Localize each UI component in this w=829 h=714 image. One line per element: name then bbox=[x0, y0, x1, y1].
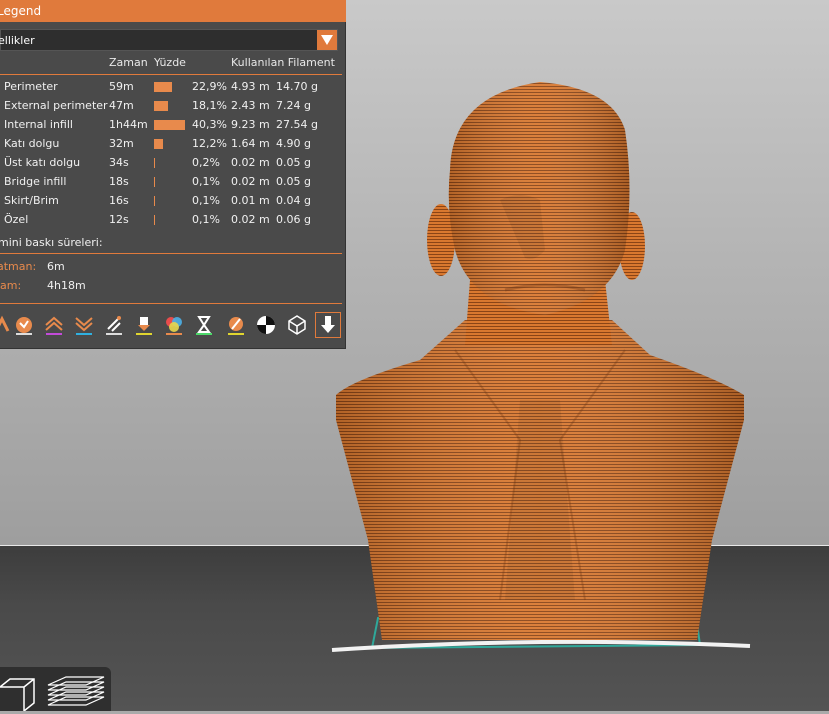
total-value: 4h18m bbox=[47, 279, 86, 292]
feature-percent: 18,1% bbox=[192, 99, 227, 112]
filament-length: 0.02 m bbox=[231, 213, 270, 226]
divider bbox=[0, 303, 342, 304]
percent-bar bbox=[154, 139, 163, 149]
feature-time: 12s bbox=[109, 213, 129, 226]
feature-name: External perimeter bbox=[4, 99, 108, 112]
percent-bar bbox=[154, 215, 155, 225]
first-layer-label: atman: bbox=[0, 260, 37, 273]
legend-row[interactable]: Katı dolgu 32m 12,2% 1.64 m 4.90 g bbox=[0, 137, 346, 156]
first-layer-row: atman: 6m bbox=[0, 260, 346, 278]
layers-icon bbox=[47, 676, 105, 706]
color-changes-icon[interactable] bbox=[162, 313, 186, 337]
feature-name: Bridge infill bbox=[4, 175, 67, 188]
tool-changes-icon[interactable] bbox=[132, 313, 156, 337]
legend-toolbar bbox=[0, 312, 346, 339]
filament-weight: 0.05 g bbox=[276, 156, 311, 169]
legend-row[interactable]: External perimeter 47m 18,1% 2.43 m 7.24 g bbox=[0, 99, 346, 118]
filament-weight: 0.05 g bbox=[276, 175, 311, 188]
filament-weight: 27.54 g bbox=[276, 118, 318, 131]
feature-percent: 22,9% bbox=[192, 80, 227, 93]
feature-time: 32m bbox=[109, 137, 134, 150]
legend-panel: Legend ellikler Zaman Yüzde Kullanılan F… bbox=[0, 0, 346, 349]
feature-percent: 12,2% bbox=[192, 137, 227, 150]
feature-time: 47m bbox=[109, 99, 134, 112]
tool-marker-icon[interactable] bbox=[315, 312, 341, 338]
legend-row[interactable]: Skirt/Brim 16s 0,1% 0.01 m 0.04 g bbox=[0, 194, 346, 213]
header-time: Zaman bbox=[109, 56, 148, 69]
cube-icon bbox=[0, 678, 35, 712]
legend-row[interactable]: Üst katı dolgu 34s 0,2% 0.02 m 0.05 g bbox=[0, 156, 346, 175]
feature-name: Perimeter bbox=[4, 80, 58, 93]
center-of-gravity-icon[interactable] bbox=[254, 313, 278, 337]
feature-name: Katı dolgu bbox=[4, 137, 60, 150]
filament-weight: 0.06 g bbox=[276, 213, 311, 226]
pause-icon[interactable] bbox=[192, 313, 216, 337]
shells-icon[interactable] bbox=[285, 313, 309, 337]
feature-time: 18s bbox=[109, 175, 129, 188]
header-percent: Yüzde bbox=[154, 56, 186, 69]
feature-name: Üst katı dolgu bbox=[4, 156, 81, 169]
estimated-times-label: mini baskı süreleri: bbox=[0, 236, 103, 249]
feature-name: Internal infill bbox=[4, 118, 73, 131]
percent-bar bbox=[154, 177, 155, 187]
filament-length: 2.43 m bbox=[231, 99, 270, 112]
header-divider bbox=[0, 74, 342, 75]
feature-percent: 0,1% bbox=[192, 213, 220, 226]
percent-bar bbox=[154, 82, 172, 92]
feature-time: 16s bbox=[109, 194, 129, 207]
percent-bar bbox=[154, 158, 155, 168]
filament-length: 0.02 m bbox=[231, 175, 270, 188]
total-label: lam: bbox=[0, 279, 22, 292]
filament-weight: 4.90 g bbox=[276, 137, 311, 150]
legend-row[interactable]: Özel 12s 0,1% 0.02 m 0.06 g bbox=[0, 213, 346, 232]
filament-length: 0.02 m bbox=[231, 156, 270, 169]
first-layer-value: 6m bbox=[47, 260, 65, 273]
filament-length: 9.23 m bbox=[231, 118, 270, 131]
feature-name: Skirt/Brim bbox=[4, 194, 59, 207]
legend-title-bar[interactable]: Legend bbox=[0, 0, 346, 22]
3d-view-button[interactable] bbox=[0, 673, 36, 712]
filament-weight: 14.70 g bbox=[276, 80, 318, 93]
feature-time: 1h44m bbox=[109, 118, 148, 131]
percent-bar bbox=[154, 120, 185, 130]
view-type-value: ellikler bbox=[0, 34, 35, 47]
filament-length: 0.01 m bbox=[231, 194, 270, 207]
percent-bar bbox=[154, 196, 155, 206]
deretractions-icon[interactable] bbox=[72, 313, 96, 337]
legend-title: Legend bbox=[0, 4, 42, 18]
custom-gcode-icon[interactable] bbox=[224, 313, 248, 337]
header-filament: Kullanılan Filament bbox=[231, 56, 335, 69]
chevron-down-icon bbox=[321, 35, 333, 45]
feature-percent: 0,1% bbox=[192, 194, 220, 207]
feature-percent: 0,2% bbox=[192, 156, 220, 169]
feature-name: Özel bbox=[4, 213, 29, 226]
seams-icon[interactable] bbox=[102, 313, 126, 337]
percent-bar bbox=[154, 101, 168, 111]
divider bbox=[0, 253, 342, 254]
wipe-icon[interactable] bbox=[12, 313, 36, 337]
feature-percent: 40,3% bbox=[192, 118, 227, 131]
filament-weight: 7.24 g bbox=[276, 99, 311, 112]
legend-row[interactable]: Internal infill 1h44m 40,3% 9.23 m 27.54 g bbox=[0, 118, 346, 137]
view-toggle-bar bbox=[0, 667, 111, 712]
feature-time: 34s bbox=[109, 156, 129, 169]
retractions-icon[interactable] bbox=[42, 313, 66, 337]
legend-row[interactable]: Bridge infill 18s 0,1% 0.02 m 0.05 g bbox=[0, 175, 346, 194]
filament-length: 1.64 m bbox=[231, 137, 270, 150]
view-type-select[interactable]: ellikler bbox=[0, 29, 338, 51]
dropdown-button[interactable] bbox=[317, 30, 337, 50]
feature-time: 59m bbox=[109, 80, 134, 93]
filament-weight: 0.04 g bbox=[276, 194, 311, 207]
total-row: lam: 4h18m bbox=[0, 279, 346, 297]
filament-length: 4.93 m bbox=[231, 80, 270, 93]
legend-row[interactable]: Perimeter 59m 22,9% 4.93 m 14.70 g bbox=[0, 80, 346, 99]
preview-view-button[interactable] bbox=[46, 673, 105, 711]
feature-percent: 0,1% bbox=[192, 175, 220, 188]
